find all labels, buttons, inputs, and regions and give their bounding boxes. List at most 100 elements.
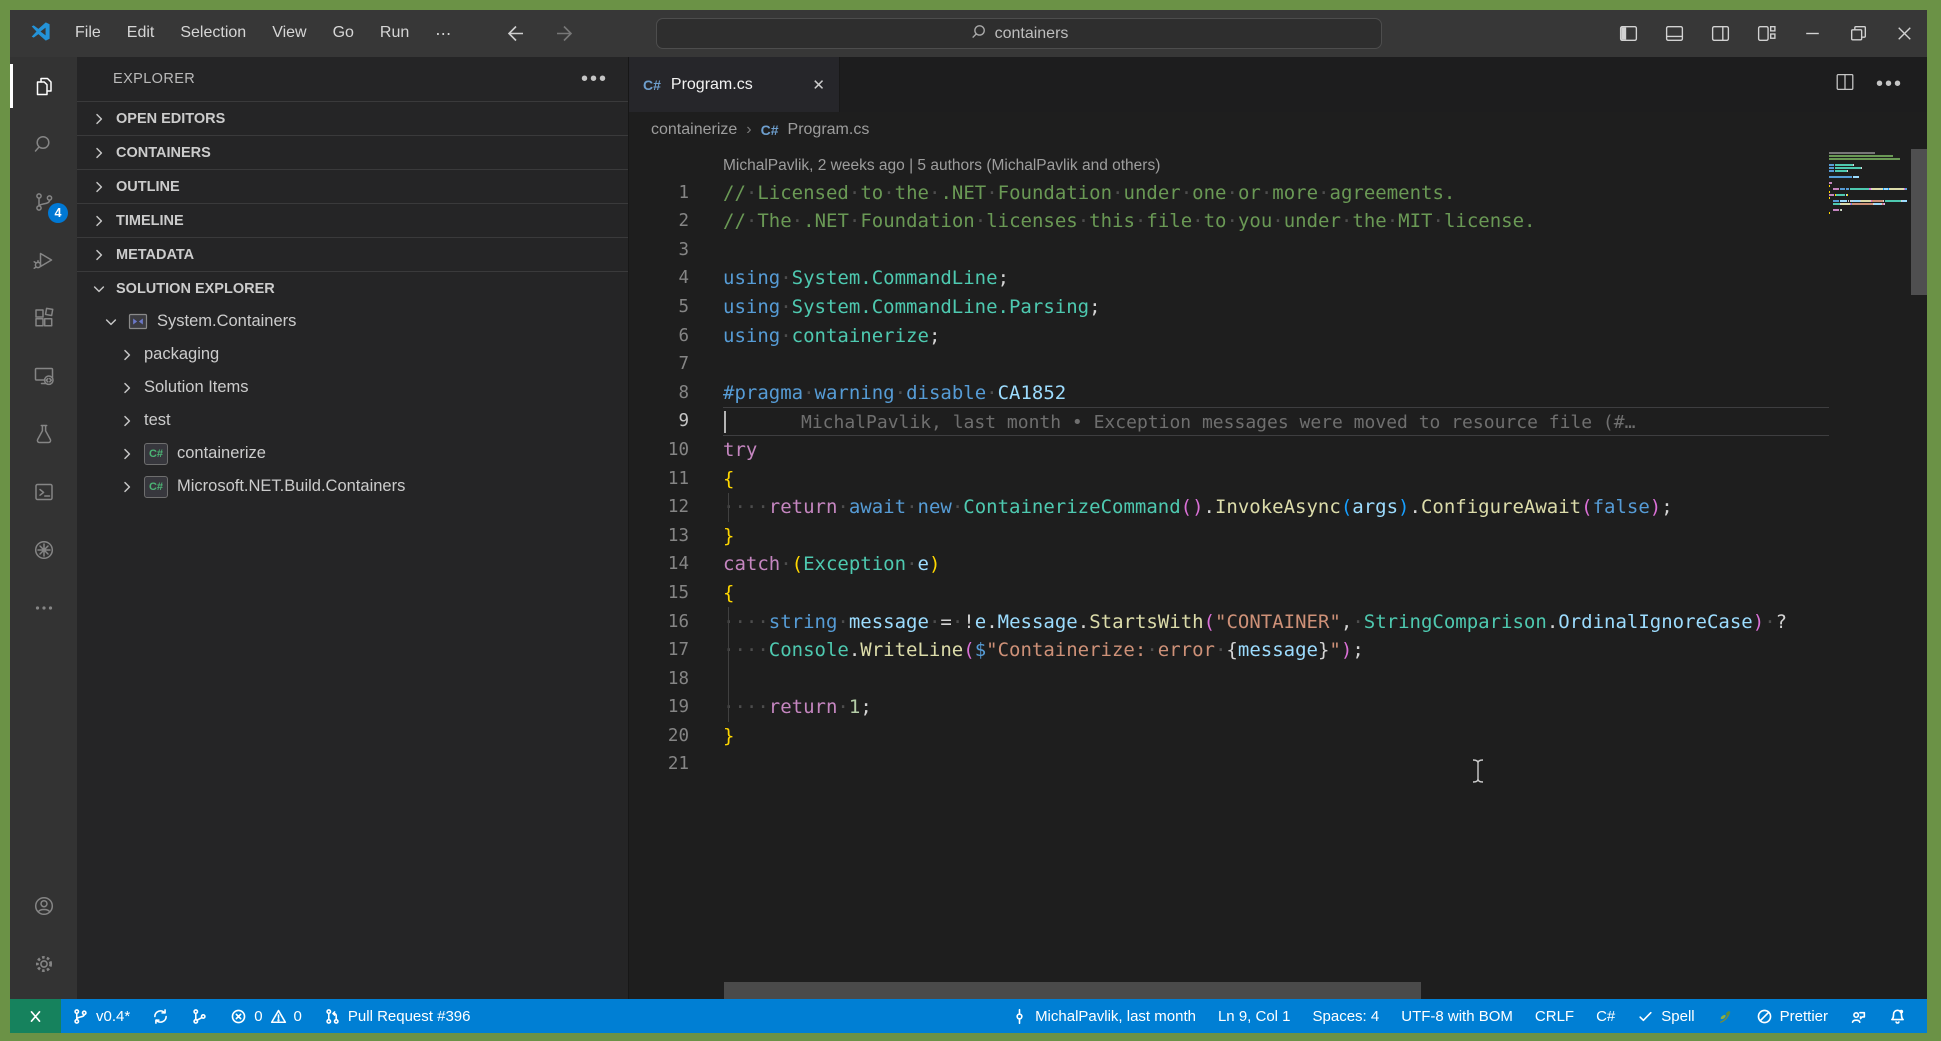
line-content: MichalPavlik, 2 weeks ago | 5 authors (M… — [723, 150, 1829, 179]
status-language-mode[interactable]: C# — [1585, 999, 1626, 1033]
vertical-scrollbar-thumb[interactable] — [1911, 149, 1927, 295]
activity-more-icon[interactable] — [10, 579, 77, 637]
editor-more-actions-icon[interactable]: ••• — [1876, 73, 1903, 96]
code-line-19: 19····return·1; — [629, 693, 1829, 722]
sidebar-more-icon[interactable]: ••• — [581, 68, 608, 91]
activity-extensions-icon[interactable] — [10, 289, 77, 347]
menu-selection[interactable]: Selection — [167, 24, 259, 44]
status-problems[interactable]: 00 — [219, 999, 313, 1033]
status-text: 0 — [254, 1008, 262, 1025]
line-content — [723, 665, 1829, 694]
forward-button[interactable] — [552, 22, 576, 46]
line-content: ····return·await·new·ContainerizeCommand… — [723, 493, 1829, 522]
back-button[interactable] — [504, 22, 528, 46]
breadcrumb-item[interactable]: containerize — [651, 121, 737, 139]
line-number: 12 — [629, 493, 723, 522]
chevron-right-icon — [91, 145, 107, 161]
minimap-line — [1829, 215, 1907, 217]
code-line-11: 11{ — [629, 465, 1829, 494]
activity-search-icon[interactable] — [10, 115, 77, 173]
code-line-6: 6using·containerize; — [629, 322, 1829, 351]
section-open-editors[interactable]: OPEN EDITORS — [77, 101, 628, 135]
menu-run[interactable]: Run — [367, 24, 422, 44]
menu-view[interactable]: View — [259, 24, 319, 44]
status-encoding[interactable]: UTF-8 with BOM — [1390, 999, 1524, 1033]
line-content — [723, 750, 1829, 779]
indent-guide — [728, 607, 729, 722]
status-git-branch[interactable]: v0.4* — [61, 999, 141, 1033]
tree-item-containerize[interactable]: C#containerize — [77, 437, 628, 470]
code-line-12: 12····return·await·new·ContainerizeComma… — [629, 493, 1829, 522]
command-center-search[interactable]: containers — [656, 18, 1382, 49]
section-containers[interactable]: CONTAINERS — [77, 135, 628, 169]
status-leaf-extension[interactable] — [1706, 999, 1745, 1033]
close-button[interactable] — [1881, 10, 1927, 57]
activity-terminal-icon[interactable] — [10, 463, 77, 521]
status-git-graph[interactable] — [180, 999, 219, 1033]
activity-compass-icon[interactable] — [10, 521, 77, 579]
status-file-author[interactable]: MichalPavlik, last month — [1000, 999, 1207, 1033]
tab-program-cs[interactable]: C# Program.cs ✕ — [629, 57, 840, 112]
restore-button[interactable] — [1835, 10, 1881, 57]
minimize-button[interactable] — [1789, 10, 1835, 57]
code-line-4: 4using·System.CommandLine; — [629, 264, 1829, 293]
status-text: UTF-8 with BOM — [1401, 1008, 1513, 1025]
activity-explorer-icon[interactable] — [10, 57, 77, 115]
minimap-line — [1829, 203, 1907, 205]
minimap-line — [1829, 173, 1907, 175]
section-timeline[interactable]: TIMELINE — [77, 203, 628, 237]
activity-settings-icon[interactable] — [10, 935, 77, 993]
section-solution-explorer[interactable]: SOLUTION EXPLORER — [77, 271, 628, 305]
tab-close-icon[interactable]: ✕ — [812, 76, 825, 94]
menu-edit[interactable]: Edit — [114, 24, 168, 44]
menu-file[interactable]: File — [62, 24, 114, 44]
csharp-file-icon: C# — [643, 77, 661, 93]
status-prettier[interactable]: Prettier — [1745, 999, 1839, 1033]
breadcrumb-item[interactable]: Program.cs — [788, 121, 870, 139]
titlebar: FileEditSelectionViewGoRun⋯ containers — [10, 10, 1927, 57]
codelens-blame[interactable]: MichalPavlik, 2 weeks ago | 5 authors (M… — [723, 157, 1160, 174]
feedback-icon — [1850, 1008, 1867, 1025]
line-content: } — [723, 522, 1829, 551]
status-cursor-position[interactable]: Ln 9, Col 1 — [1207, 999, 1302, 1033]
horizontal-scrollbar-thumb[interactable] — [724, 982, 1421, 999]
line-content: catch·(Exception·e) — [723, 550, 1829, 579]
menu-go[interactable]: Go — [320, 24, 367, 44]
status-pull-request[interactable]: Pull Request #396 — [313, 999, 482, 1033]
minimap[interactable] — [1829, 152, 1907, 999]
customize-layout-icon[interactable] — [1743, 10, 1789, 57]
activity-source-control-icon[interactable]: 4 — [10, 173, 77, 231]
section-outline[interactable]: OUTLINE — [77, 169, 628, 203]
menubar: FileEditSelectionViewGoRun⋯ — [62, 24, 464, 44]
error-icon — [230, 1008, 247, 1025]
section-metadata[interactable]: METADATA — [77, 237, 628, 271]
code-editor[interactable]: MichalPavlik, 2 weeks ago | 5 authors (M… — [629, 148, 1927, 999]
status-notifications[interactable] — [1878, 999, 1917, 1033]
search-icon — [970, 23, 987, 45]
status-sync[interactable] — [141, 999, 180, 1033]
activity-accounts-icon[interactable] — [10, 877, 77, 935]
editor-group: C# Program.cs ✕ ••• containerize›C#Progr… — [629, 57, 1927, 999]
menu-more[interactable]: ⋯ — [422, 24, 464, 44]
minimap-line — [1829, 161, 1907, 163]
tree-item-system-containers[interactable]: System.Containers — [77, 305, 628, 338]
status-remote[interactable] — [10, 999, 61, 1033]
minimap-line — [1829, 158, 1907, 160]
status-eol[interactable]: CRLF — [1524, 999, 1585, 1033]
toggle-secondary-sidebar-icon[interactable] — [1697, 10, 1743, 57]
line-number: 21 — [629, 750, 723, 779]
tree-item-solution-items[interactable]: Solution Items — [77, 371, 628, 404]
tree-item-packaging[interactable]: packaging — [77, 338, 628, 371]
tree-item-test[interactable]: test — [77, 404, 628, 437]
status-spell[interactable]: Spell — [1626, 999, 1705, 1033]
toggle-panel-icon[interactable] — [1651, 10, 1697, 57]
tree-item-microsoft-net-build-containers[interactable]: C#Microsoft.NET.Build.Containers — [77, 470, 628, 503]
toggle-primary-sidebar-icon[interactable] — [1605, 10, 1651, 57]
status-indentation[interactable]: Spaces: 4 — [1302, 999, 1391, 1033]
activity-testing-icon[interactable] — [10, 405, 77, 463]
split-editor-icon[interactable] — [1834, 71, 1856, 98]
activity-run-debug-icon[interactable] — [10, 231, 77, 289]
status-text: Pull Request #396 — [348, 1008, 471, 1025]
status-feedback[interactable] — [1839, 999, 1878, 1033]
activity-remote-explorer-icon[interactable] — [10, 347, 77, 405]
